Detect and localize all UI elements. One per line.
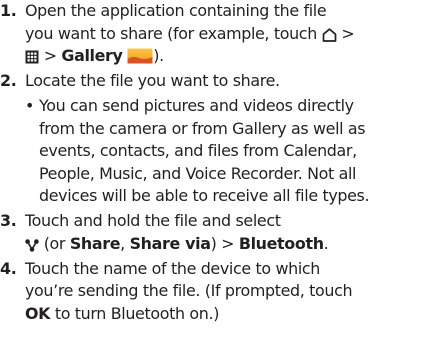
step-4-line-2: you’re sending the file. (If prompted, t… [25,281,353,300]
step-number: 2. [0,71,17,90]
step-number: 3. [0,211,17,230]
apps-grid-icon [25,50,39,64]
home-icon [322,27,337,42]
instruction-list: 1. Open the application containing the f… [0,0,426,328]
step-number: 1. [0,1,17,20]
bullet-line: You can send pictures and videos directl… [39,96,354,115]
gallery-label: Gallery [61,46,123,65]
step-3: 3. Touch and hold the file and select (o… [0,210,426,255]
step-2-line-1: Locate the file you want to share. [25,71,280,90]
step-4-line-3: OK to turn Bluetooth on.) [25,303,220,323]
step-1: 1. Open the application containing the f… [0,0,426,68]
step-3-line-2: (or Share, Share via) > Bluetooth. [25,233,426,256]
step-1-line-3: > Gallery ). [25,45,426,68]
step-number: 4. [0,258,17,278]
step-2: 2. Locate the file you want to share. [0,70,426,93]
step-4: 4. Touch the name of the device to which… [0,258,426,326]
step-1-line-1: Open the application containing the file [25,1,327,20]
step-1-line-2: you want to share (for example, touch > [25,23,355,43]
step-2-bullet: • You can send pictures and videos direc… [0,95,426,208]
bullet-line: devices will be able to receive all file… [39,186,370,205]
gallery-icon [127,48,153,64]
step-3-line-1: Touch and hold the file and select [25,211,281,230]
bullet-line: People, Music, and Voice Recorder. Not a… [39,163,357,183]
bullet-line: events, contacts, and files from Calenda… [39,141,357,160]
step-4-line-1: Touch the name of the device to which [25,258,320,278]
bullet-marker: • [25,96,35,115]
bullet-line: from the camera or from Gallery as well … [39,118,366,138]
share-icon [25,238,39,252]
